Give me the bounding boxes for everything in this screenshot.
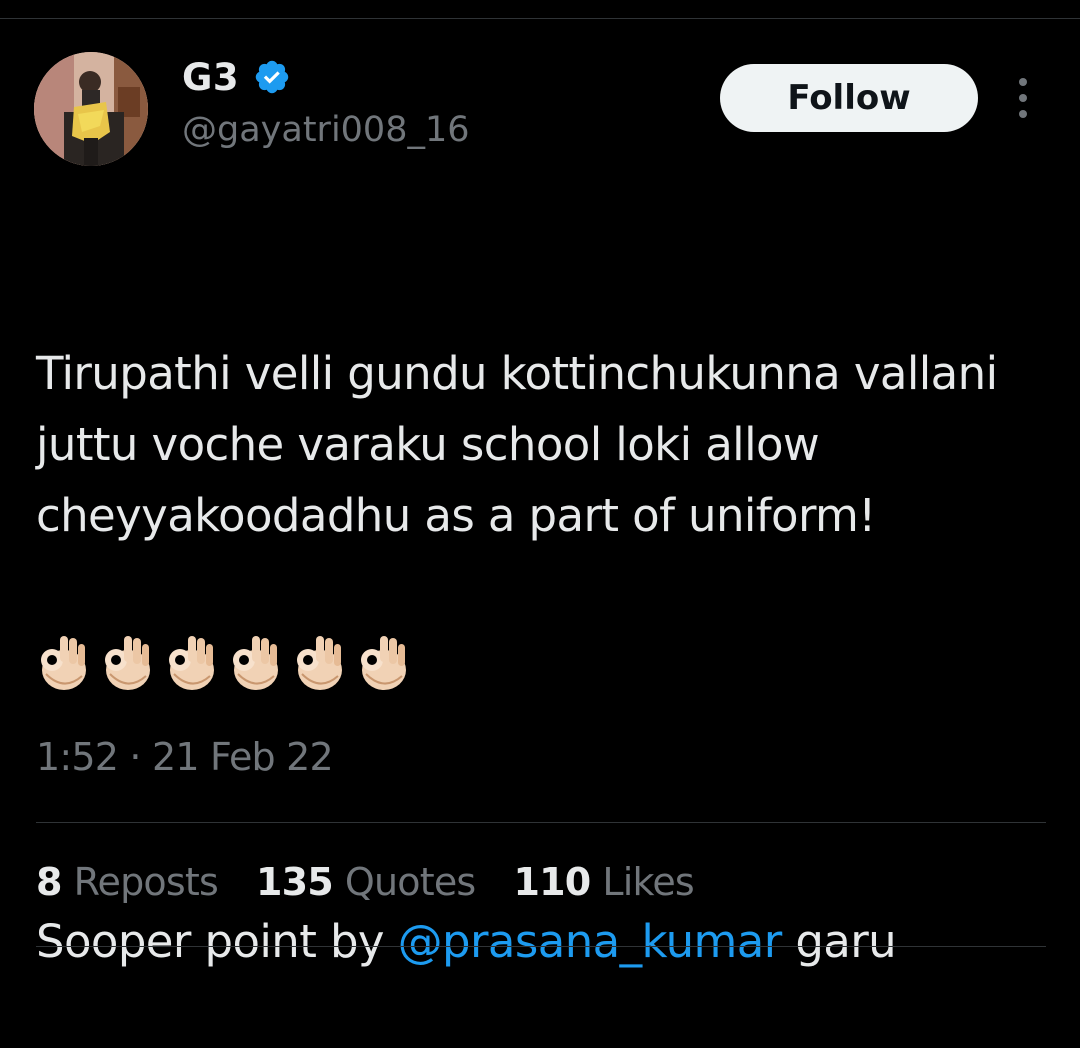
ok-hand-icon: 👌🏻 <box>41 636 86 690</box>
quotes-count: 135 <box>255 860 334 904</box>
verified-badge-icon[interactable] <box>253 58 291 96</box>
display-name-row: G3 <box>182 54 470 100</box>
reposts-label: Reposts <box>73 860 219 904</box>
likes-stat[interactable]: 110 Likes <box>513 860 694 904</box>
tweet-paragraph-2-suffix: garu <box>781 915 897 968</box>
tweet-header: G3 @gayatri008_16 Follow <box>34 52 1046 166</box>
ok-hand-icon: 👌🏻 <box>361 636 406 690</box>
emoji-row: 👌🏻 👌🏻 👌🏻 👌🏻 👌🏻 👌🏻 <box>36 630 412 692</box>
engagement-stats: 8 Reposts 135 Quotes 110 Likes <box>36 860 732 904</box>
ok-hand-icon: 👌🏻 <box>233 636 278 690</box>
reposts-count: 8 <box>36 860 62 904</box>
tweet-paragraph-2-prefix: Sooper point by <box>36 915 398 968</box>
avatar[interactable] <box>34 52 148 166</box>
tweet-paragraph-2: Sooper point by @prasana_kumar garu <box>36 906 1046 977</box>
author-handle[interactable]: @gayatri008_16 <box>182 110 470 150</box>
divider <box>36 822 1046 823</box>
tweet-text: Tirupathi velli gundu kottinchukunna val… <box>36 196 1046 1048</box>
author-info: G3 @gayatri008_16 <box>182 54 470 151</box>
more-dot <box>1019 110 1027 118</box>
ok-hand-icon: 👌🏻 <box>297 636 342 690</box>
timestamp[interactable]: 1:52 · 21 Feb 22 <box>36 735 334 779</box>
likes-count: 110 <box>513 860 591 904</box>
top-divider <box>0 18 1080 19</box>
divider <box>36 946 1046 947</box>
ok-hand-icon: 👌🏻 <box>169 636 214 690</box>
quotes-label: Quotes <box>344 860 476 904</box>
more-vertical-icon[interactable] <box>1008 78 1038 118</box>
quotes-stat[interactable]: 135 Quotes <box>255 860 476 904</box>
avatar-image <box>34 52 148 166</box>
reposts-stat[interactable]: 8 Reposts <box>36 860 219 904</box>
more-dot <box>1019 78 1027 86</box>
more-dot <box>1019 94 1027 102</box>
follow-button[interactable]: Follow <box>720 64 978 132</box>
display-name[interactable]: G3 <box>182 56 239 99</box>
tweet-paragraph-1: Tirupathi velli gundu kottinchukunna val… <box>36 347 1012 542</box>
likes-label: Likes <box>602 860 694 904</box>
ok-hand-icon: 👌🏻 <box>105 636 150 690</box>
mention-link[interactable]: @prasana_kumar <box>398 915 783 968</box>
